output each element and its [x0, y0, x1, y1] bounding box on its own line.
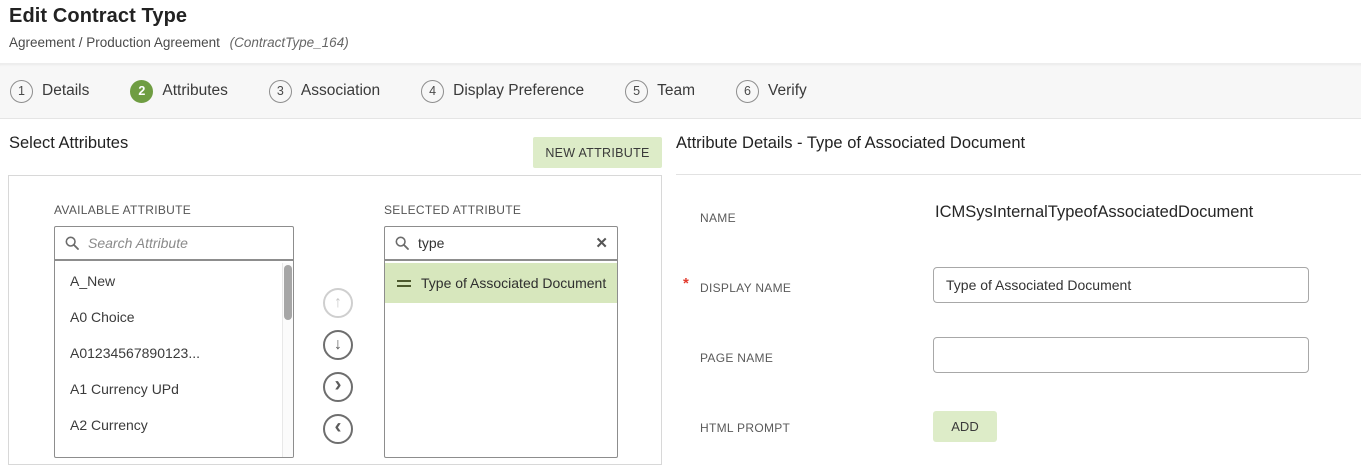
drag-handle-icon[interactable] — [397, 280, 411, 287]
step-label: Display Preference — [453, 82, 584, 100]
display-name-field[interactable] — [933, 267, 1309, 303]
breadcrumb: Agreement / Production Agreement (Contra… — [9, 35, 1361, 50]
move-left-button[interactable]: ‹ — [323, 414, 353, 444]
required-asterisk: * — [683, 275, 689, 292]
available-attribute-item[interactable]: A0 Choice — [55, 299, 282, 335]
search-icon — [64, 235, 80, 251]
chevron-left-icon: ‹ — [335, 415, 342, 439]
wizard-step[interactable]: 2 Attributes — [130, 80, 227, 103]
selected-attribute-item-label: Type of Associated Document — [421, 275, 606, 291]
available-attribute-list: A_New A0 Choice A01234567890123... A1 Cu… — [55, 263, 282, 457]
step-number-badge: 2 — [130, 80, 153, 103]
wizard-step[interactable]: 1 Details — [10, 80, 89, 103]
move-right-button[interactable]: › — [323, 372, 353, 402]
new-attribute-button[interactable]: NEW ATTRIBUTE — [533, 137, 662, 168]
chevron-right-icon: › — [335, 373, 342, 397]
selected-attribute-box: ✕ Type of Associated Document — [384, 226, 618, 458]
available-attribute-box: A_New A0 Choice A01234567890123... A1 Cu… — [54, 226, 294, 458]
name-label: NAME — [700, 211, 736, 225]
add-html-prompt-button[interactable]: ADD — [933, 411, 997, 442]
html-prompt-label: HTML PROMPT — [700, 421, 790, 435]
page-name-field[interactable] — [933, 337, 1309, 373]
step-number-badge: 1 — [10, 80, 33, 103]
step-label: Team — [657, 82, 695, 100]
step-number-badge: 5 — [625, 80, 648, 103]
move-up-button[interactable]: ↑ — [323, 288, 353, 318]
available-attribute-label: AVAILABLE ATTRIBUTE — [54, 203, 191, 217]
select-attributes-heading: Select Attributes — [9, 134, 128, 153]
display-name-label: DISPLAY NAME — [700, 281, 791, 295]
attribute-picker-panel: AVAILABLE ATTRIBUTE SELECTED ATTRIBUTE A… — [8, 175, 662, 465]
attribute-details-heading: Attribute Details - Type of Associated D… — [676, 134, 1025, 153]
page-name-label: PAGE NAME — [700, 351, 773, 365]
wizard-step[interactable]: 6 Verify — [736, 80, 807, 103]
step-number-badge: 4 — [421, 80, 444, 103]
selected-attribute-item[interactable]: Type of Associated Document — [385, 263, 617, 303]
step-label: Details — [42, 82, 89, 100]
selected-search-row: ✕ — [385, 227, 617, 261]
move-down-button[interactable]: ↓ — [323, 330, 353, 360]
wizard-step[interactable]: 4 Display Preference — [421, 80, 584, 103]
selected-search-input[interactable] — [418, 235, 587, 251]
step-number-badge: 6 — [736, 80, 759, 103]
available-search-row — [55, 227, 293, 261]
step-label: Verify — [768, 82, 807, 100]
step-label: Association — [301, 82, 380, 100]
available-attribute-item[interactable]: A2 Currency — [55, 407, 282, 443]
available-attribute-item[interactable]: A_New — [55, 263, 282, 299]
page-header: Edit Contract Type Agreement / Productio… — [0, 0, 1361, 63]
available-search-input[interactable] — [88, 235, 284, 251]
section-toolbar: Select Attributes NEW ATTRIBUTE Attribut… — [0, 119, 1361, 175]
step-label: Attributes — [162, 82, 227, 100]
clear-search-icon[interactable]: ✕ — [595, 236, 608, 251]
breadcrumb-contract-type-id: (ContractType_164) — [230, 35, 349, 50]
arrow-up-icon: ↑ — [334, 294, 342, 312]
available-attribute-item[interactable]: A1 Currency UPd — [55, 371, 282, 407]
wizard-steps: 1 Details 2 Attributes 3 Association 4 D… — [0, 63, 1361, 119]
breadcrumb-path: Agreement / Production Agreement — [9, 35, 220, 50]
page-title: Edit Contract Type — [9, 5, 1361, 28]
available-attribute-item[interactable]: A01234567890123... — [55, 335, 282, 371]
wizard-step[interactable]: 5 Team — [625, 80, 695, 103]
selected-attribute-list: Type of Associated Document — [385, 263, 617, 457]
arrow-down-icon: ↓ — [334, 336, 342, 354]
scrollbar-thumb[interactable] — [284, 265, 292, 320]
wizard-step[interactable]: 3 Association — [269, 80, 380, 103]
search-icon — [394, 235, 410, 251]
selected-attribute-label: SELECTED ATTRIBUTE — [384, 203, 521, 217]
name-value: ICMSysInternalTypeofAssociatedDocument — [935, 203, 1253, 222]
step-number-badge: 3 — [269, 80, 292, 103]
attribute-details-panel: NAME ICMSysInternalTypeofAssociatedDocum… — [676, 175, 1361, 445]
available-list-scrollbar[interactable] — [282, 263, 293, 457]
